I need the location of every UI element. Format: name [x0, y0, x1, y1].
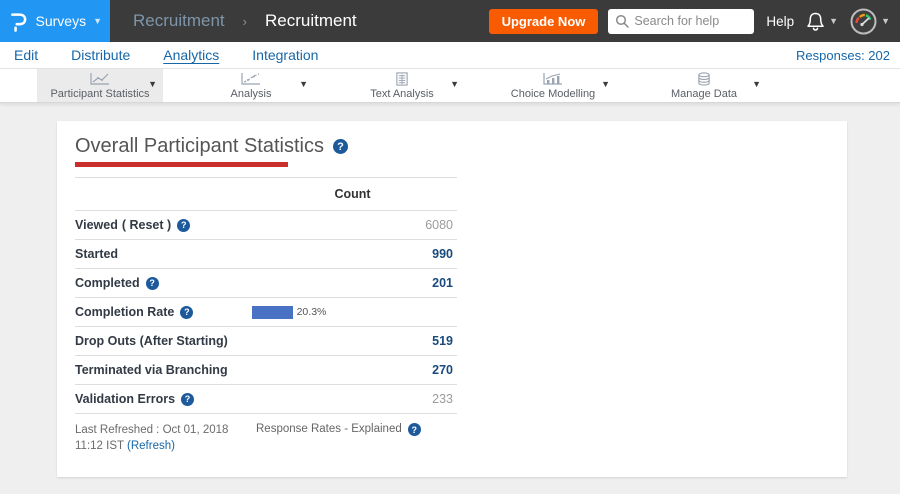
chevron-down-icon: ▼ [881, 16, 890, 26]
surveys-menu-button[interactable]: Surveys ▼ [0, 0, 110, 42]
row-value: 990 [432, 247, 453, 261]
row-value: 20.3% [252, 305, 457, 319]
table-row-completed: Completed 201 [75, 269, 457, 298]
table-row-terminated: Terminated via Branching 270 [75, 356, 457, 385]
row-label-text: Completed [75, 276, 140, 290]
completion-rate-percent: 20.3% [296, 306, 327, 318]
row-label: Drop Outs (After Starting) [75, 334, 252, 348]
table-row-validation-errors: Validation Errors 233 [75, 385, 457, 414]
responses-count: Responses: 202 [796, 47, 890, 63]
help-icon[interactable] [177, 218, 191, 232]
nav-item-distribute[interactable]: Distribute [71, 47, 130, 63]
upgrade-now-button[interactable]: Upgrade Now [488, 8, 599, 34]
tab-text-analysis[interactable]: Text Analysis ▼ [339, 69, 465, 102]
help-icon[interactable] [181, 392, 195, 406]
tab-label: Text Analysis [370, 88, 434, 100]
row-value: 270 [432, 363, 453, 377]
help-link[interactable]: Help [766, 14, 794, 29]
help-icon[interactable] [332, 139, 348, 154]
tab-label: Participant Statistics [50, 88, 150, 100]
row-label-text: Completion Rate [75, 305, 175, 319]
completion-rate-bar [252, 305, 293, 319]
tab-choice-modelling[interactable]: Choice Modelling ▼ [490, 69, 616, 102]
product-menu-label: Surveys [35, 13, 87, 29]
chevron-down-icon[interactable]: ▼ [752, 79, 761, 89]
response-rates-explained: Response Rates - Explained [256, 423, 421, 454]
analytics-toolbar: Participant Statistics ▼ Analysis ▼ Text… [0, 69, 900, 103]
row-label-text: Started [75, 247, 119, 261]
notifications-button[interactable]: ▼ [806, 11, 838, 32]
nav-item-integration[interactable]: Integration [252, 47, 318, 63]
line-chart-icon [90, 73, 109, 85]
last-refreshed: Last Refreshed : Oct 01, 2018 11:12 IST … [75, 423, 256, 454]
header-actions: Upgrade Now Help ▼ ▼ [488, 0, 900, 42]
nav-item-edit[interactable]: Edit [14, 47, 38, 63]
response-rates-link[interactable]: Response Rates - Explained [256, 423, 402, 435]
row-label: Completed [75, 276, 252, 290]
row-label: Viewed ( Reset ) [75, 218, 252, 232]
help-icon[interactable] [145, 276, 159, 290]
breadcrumb-parent-link[interactable]: Recruitment [133, 11, 225, 31]
card-footer: Last Refreshed : Oct 01, 2018 11:12 IST … [75, 423, 457, 454]
table-header-row: Count [75, 178, 457, 211]
title-underline [75, 162, 288, 167]
chevron-down-icon[interactable]: ▼ [601, 79, 610, 89]
mixed-chart-icon [543, 73, 562, 85]
chevron-down-icon: ▼ [829, 16, 839, 26]
chevron-down-icon[interactable]: ▼ [450, 79, 459, 89]
database-icon [698, 72, 710, 86]
card-title-row: Overall Participant Statistics [75, 135, 847, 158]
tab-label: Choice Modelling [510, 88, 596, 100]
breadcrumb-separator-icon: › [242, 13, 247, 29]
refresh-link[interactable]: (Refresh) [127, 440, 175, 452]
row-label: Validation Errors [75, 392, 252, 406]
breadcrumb: Recruitment › Recruitment [133, 0, 357, 42]
search-icon [616, 14, 630, 28]
row-label: Completion Rate [75, 305, 252, 319]
row-label: Started [75, 247, 252, 261]
account-menu-button[interactable]: ▼ [850, 8, 890, 35]
table-row-completion-rate: Completion Rate 20.3% [75, 298, 457, 327]
tab-analysis[interactable]: Analysis ▼ [188, 69, 314, 102]
count-column-header: Count [334, 187, 371, 201]
reset-link[interactable]: ( Reset ) [122, 218, 171, 232]
table-row-drop-outs: Drop Outs (After Starting) 519 [75, 327, 457, 356]
avatar-gauge-icon [850, 8, 877, 34]
chevron-down-icon[interactable]: ▼ [299, 79, 308, 89]
row-label-text: Viewed [75, 218, 118, 232]
row-label-text: Validation Errors [75, 392, 176, 406]
row-value: 519 [432, 334, 453, 348]
questionpro-logo-icon [11, 13, 27, 32]
breadcrumb-current: Recruitment [264, 11, 357, 30]
page-body: Overall Participant Statistics Count Vie… [0, 103, 900, 494]
tab-participant-statistics[interactable]: Participant Statistics ▼ [37, 69, 163, 102]
tab-label: Manage Data [670, 88, 738, 100]
help-icon[interactable] [407, 423, 421, 436]
tab-label: Analysis [230, 88, 272, 100]
row-label-text: Terminated via Branching [75, 363, 228, 377]
chevron-down-icon[interactable]: ▼ [148, 79, 157, 89]
row-value: 233 [432, 392, 453, 406]
statistics-table: Count Viewed ( Reset ) 6080 Started 990 … [75, 177, 457, 414]
row-value: 201 [432, 276, 453, 290]
search-input[interactable] [608, 8, 755, 34]
help-search [608, 8, 755, 34]
row-value: 6080 [425, 218, 453, 232]
survey-nav: Edit Distribute Analytics Integration Re… [0, 42, 900, 69]
table-row-viewed: Viewed ( Reset ) 6080 [75, 211, 457, 240]
table-row-started: Started 990 [75, 240, 457, 269]
page-title: Overall Participant Statistics [75, 135, 324, 157]
participant-statistics-card: Overall Participant Statistics Count Vie… [57, 121, 847, 477]
top-header: Surveys ▼ Recruitment › Recruitment Upgr… [0, 0, 900, 42]
nav-item-analytics[interactable]: Analytics [163, 47, 219, 63]
trend-chart-icon [241, 73, 260, 85]
tab-manage-data[interactable]: Manage Data ▼ [641, 69, 767, 102]
bell-icon [807, 12, 824, 31]
row-label: Terminated via Branching [75, 363, 252, 377]
help-icon[interactable] [180, 305, 194, 319]
row-label-text: Drop Outs (After Starting) [75, 334, 228, 348]
document-grid-icon [396, 72, 408, 86]
chevron-down-icon: ▼ [93, 16, 102, 26]
